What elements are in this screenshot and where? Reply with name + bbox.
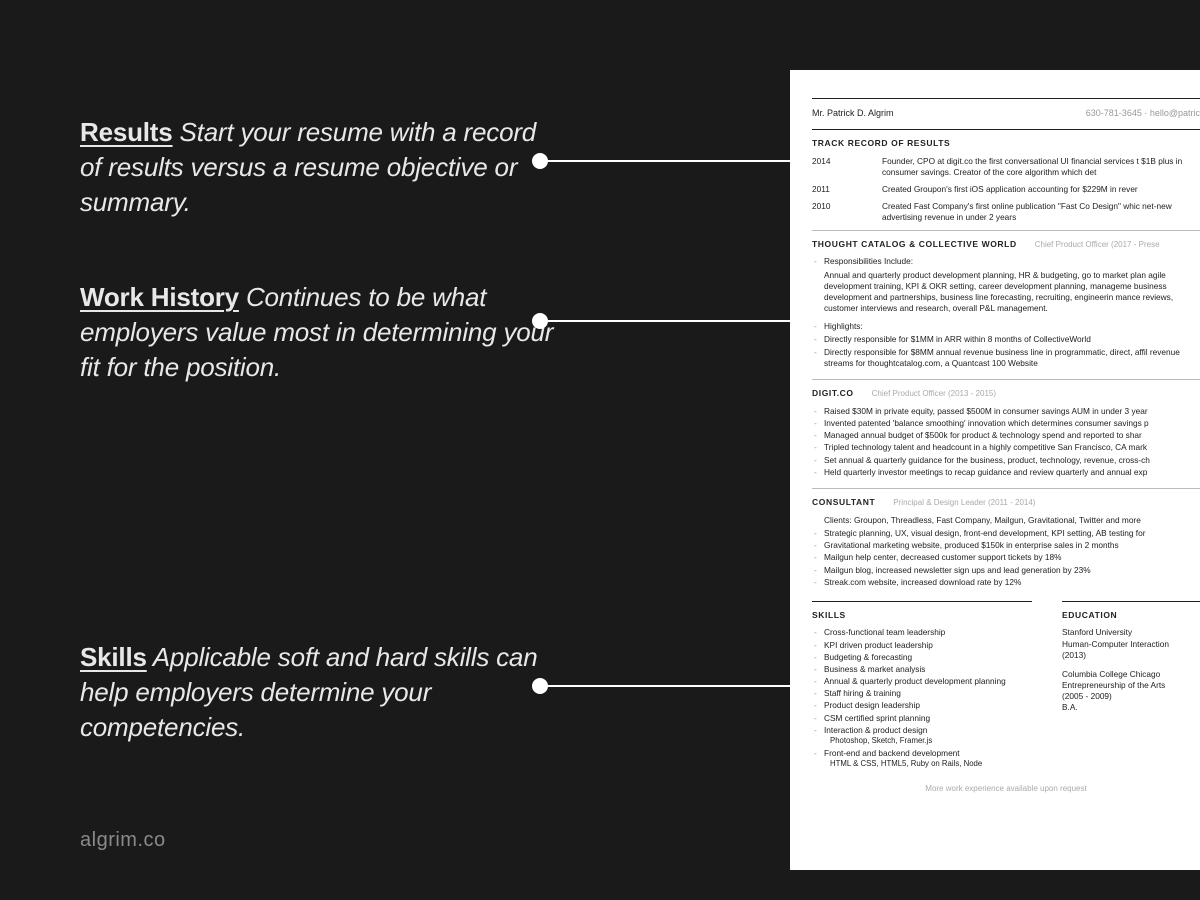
edu-program: Entrepreneurship of the Arts xyxy=(1062,680,1200,691)
section-title-job1: THOUGHT CATALOG & COLLECTIVE WORLDChief … xyxy=(812,239,1200,251)
connector-line xyxy=(540,160,790,162)
list-item: Mailgun blog, increased newsletter sign … xyxy=(824,565,1200,576)
list-item: Strategic planning, UX, visual design, f… xyxy=(824,528,1200,539)
resume-name: Mr. Patrick D. Algrim xyxy=(812,107,894,119)
list-item: Managed annual budget of $500k for produ… xyxy=(824,430,1200,441)
section-title-education: EDUCATION xyxy=(1062,610,1200,621)
edu-degree: B.A. xyxy=(1062,702,1200,713)
callout-skills: Skills Applicable soft and hard skills c… xyxy=(80,640,560,745)
track-row: 2010 Created Fast Company's first online… xyxy=(812,201,1200,223)
edu-school: Stanford University xyxy=(1062,627,1200,638)
responsibilities-label: Responsibilities Include: Annual and qua… xyxy=(824,256,1200,314)
list-item: Front-end and backend development HTML &… xyxy=(824,748,1032,770)
list-item: Raised $30M in private equity, passed $5… xyxy=(824,406,1200,417)
list-item: Streak.com website, increased download r… xyxy=(824,577,1200,588)
connector-line xyxy=(540,320,790,322)
track-row: 2011 Created Groupon's first iOS applica… xyxy=(812,184,1200,195)
track-row: 2014 Founder, CPO at digit.co the first … xyxy=(812,156,1200,178)
footer-brand: algrim.co xyxy=(80,829,166,852)
clients-line: Clients: Groupon, Threadless, Fast Compa… xyxy=(812,515,1200,526)
resume-document: Mr. Patrick D. Algrim 630-781-3645 · hel… xyxy=(790,70,1200,870)
edu-year: (2005 - 2009) xyxy=(1062,691,1200,702)
list-item: Directly responsible for $8MM annual rev… xyxy=(824,347,1200,369)
callout-skills-label: Skills xyxy=(80,642,147,672)
list-item: Business & market analysis xyxy=(824,664,1032,675)
callout-results: Results Start your resume with a record … xyxy=(80,115,560,220)
resume-contact: 630-781-3645 · hello@patric xyxy=(1086,107,1200,119)
section-title-track: TRACK RECORD OF RESULTS xyxy=(812,138,1200,149)
edu-school: Columbia College Chicago xyxy=(1062,669,1200,680)
list-item: Invented patented 'balance smoothing' in… xyxy=(824,418,1200,429)
list-item: Tripled technology talent and headcount … xyxy=(824,442,1200,453)
callout-results-label: Results xyxy=(80,117,173,147)
list-item: Annual & quarterly product development p… xyxy=(824,676,1032,687)
connector-line xyxy=(540,685,790,687)
edu-year: (2013) xyxy=(1062,650,1200,661)
list-item: Cross-functional team leadership xyxy=(824,627,1032,638)
list-item: Set annual & quarterly guidance for the … xyxy=(824,455,1200,466)
callout-work-label: Work History xyxy=(80,282,239,312)
list-item: Interaction & product design Photoshop, … xyxy=(824,725,1032,747)
more-experience-note: More work experience available upon requ… xyxy=(812,784,1200,795)
edu-program: Human-Computer Interaction xyxy=(1062,639,1200,650)
list-item: Mailgun help center, decreased customer … xyxy=(824,552,1200,563)
section-title-job3: CONSULTANTPrincipal & Design Leader (201… xyxy=(812,497,1200,509)
list-item: Held quarterly investor meetings to reca… xyxy=(824,467,1200,478)
callout-skills-text: Applicable soft and hard skills can help… xyxy=(80,642,537,742)
list-item: CSM certified sprint planning xyxy=(824,713,1032,724)
section-title-skills: SKILLS xyxy=(812,610,1032,621)
list-item: Staff hiring & training xyxy=(824,688,1032,699)
list-item: Directly responsible for $1MM in ARR wit… xyxy=(824,334,1200,345)
list-item: Product design leadership xyxy=(824,700,1032,711)
list-item: Gravitational marketing website, produce… xyxy=(824,540,1200,551)
list-item: Budgeting & forecasting xyxy=(824,652,1032,663)
list-item: KPI driven product leadership xyxy=(824,640,1032,651)
callout-work-history: Work History Continues to be what employ… xyxy=(80,280,560,385)
section-title-job2: DIGIT.COChief Product Officer (2013 - 20… xyxy=(812,388,1200,400)
